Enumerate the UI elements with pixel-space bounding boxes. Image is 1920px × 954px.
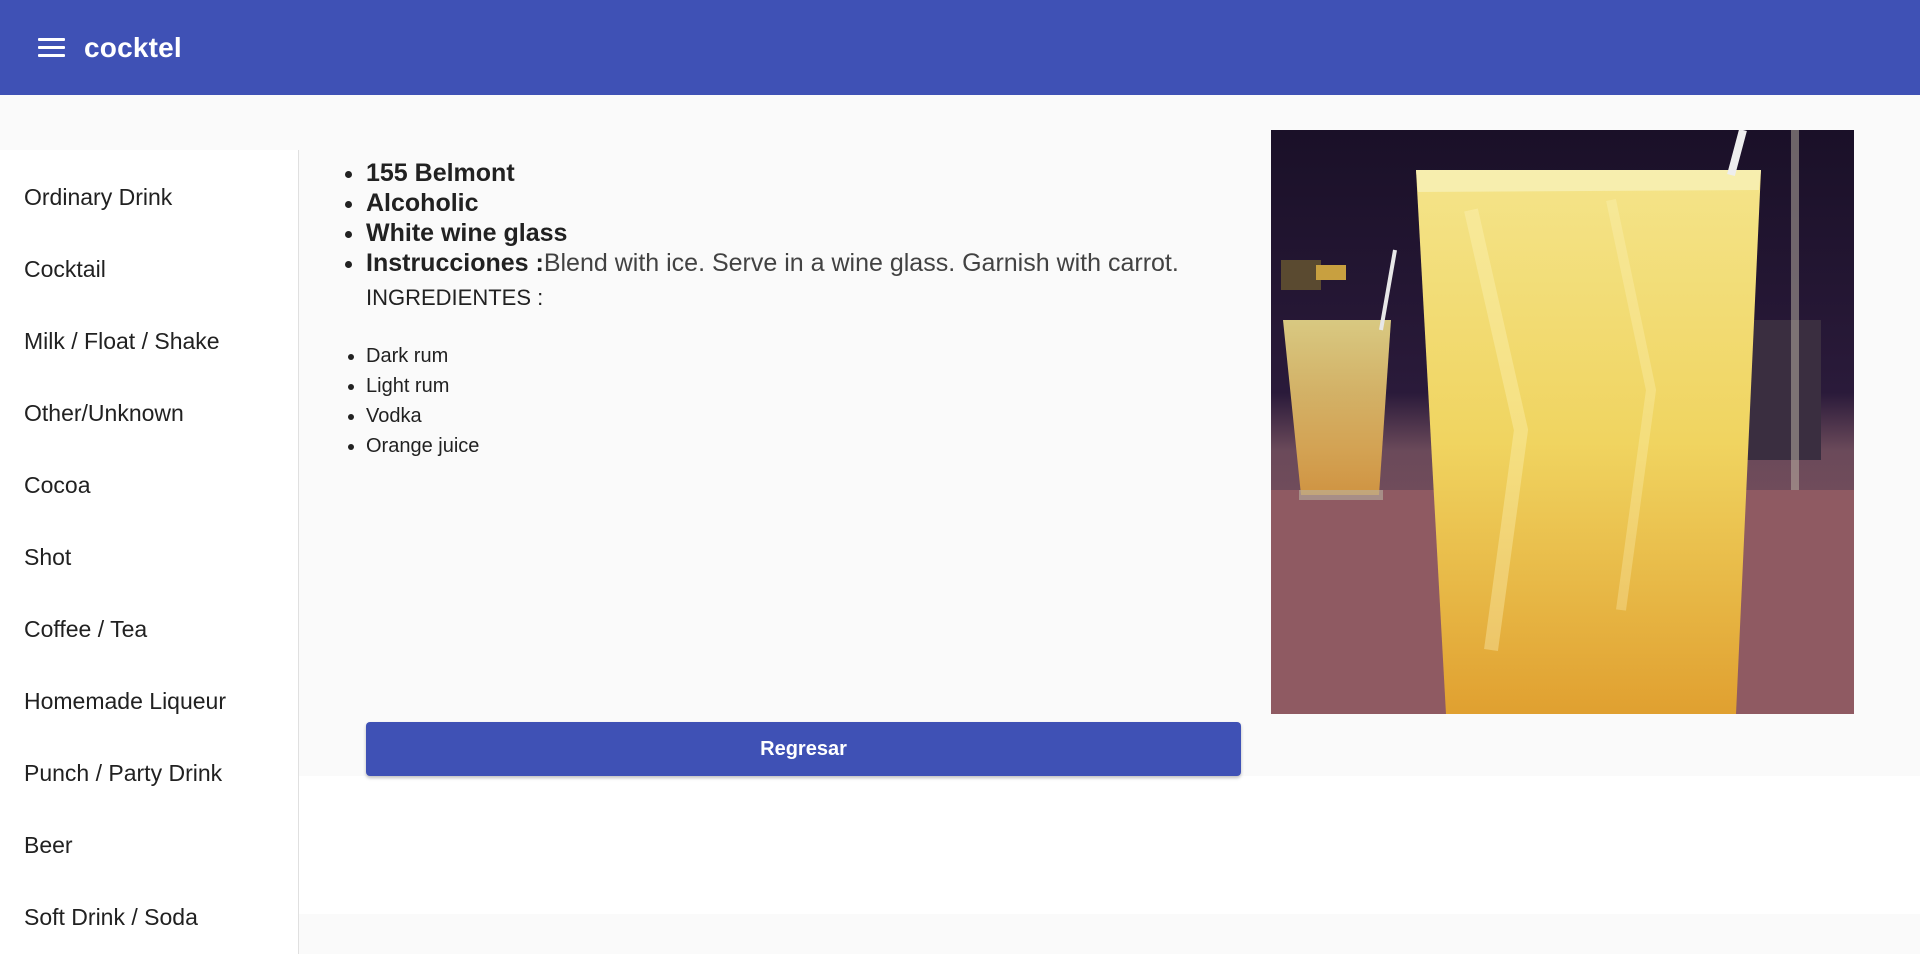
drink-instructions-item: Instrucciones :Blend with ice. Serve in … bbox=[366, 248, 1250, 278]
ingredients-list: Dark rum Light rum Vodka Orange juice bbox=[330, 341, 1250, 461]
ingredient-item: Dark rum bbox=[366, 341, 1250, 371]
drink-glass-item: White wine glass bbox=[366, 218, 1250, 248]
drink-info-list: 155 Belmont Alcoholic White wine glass I… bbox=[330, 158, 1250, 278]
sidebar-item-cocoa[interactable]: Cocoa bbox=[0, 449, 298, 521]
sidebar-item-beer[interactable]: Beer bbox=[0, 809, 298, 881]
drink-alcoholic-item: Alcoholic bbox=[366, 188, 1250, 218]
drink-image bbox=[1271, 130, 1854, 714]
app-title: cocktel bbox=[84, 31, 182, 63]
sidebar-item-soft-drink-soda[interactable]: Soft Drink / Soda bbox=[0, 881, 298, 953]
sidebar-item-other-unknown[interactable]: Other/Unknown bbox=[0, 377, 298, 449]
ingredients-title: INGREDIENTES : bbox=[366, 285, 544, 310]
back-button[interactable]: Regresar bbox=[366, 722, 1241, 776]
sidebar-item-punch-party-drink[interactable]: Punch / Party Drink bbox=[0, 737, 298, 809]
ingredient-item: Orange juice bbox=[366, 431, 1250, 461]
drink-name-item: 155 Belmont bbox=[366, 158, 1250, 188]
drink-name: 155 Belmont bbox=[366, 159, 515, 187]
sidebar-item-cocktail[interactable]: Cocktail bbox=[0, 233, 298, 305]
sidebar-item-homemade-liqueur[interactable]: Homemade Liqueur bbox=[0, 665, 298, 737]
menu-icon[interactable] bbox=[38, 33, 68, 63]
sidebar-item-ordinary-drink[interactable]: Ordinary Drink bbox=[0, 161, 298, 233]
app-toolbar: cocktel bbox=[0, 0, 1920, 95]
sidebar-item-coffee-tea[interactable]: Coffee / Tea bbox=[0, 593, 298, 665]
sidebar-item-milk-float-shake[interactable]: Milk / Float / Shake bbox=[0, 305, 298, 377]
category-sidebar: Ordinary Drink Cocktail Milk / Float / S… bbox=[0, 150, 299, 954]
sidebar-item-shot[interactable]: Shot bbox=[0, 521, 298, 593]
drink-details: 155 Belmont Alcoholic White wine glass I… bbox=[330, 158, 1250, 461]
content-footer-area bbox=[299, 776, 1920, 914]
drink-alcoholic: Alcoholic bbox=[366, 189, 479, 217]
ingredient-item: Vodka bbox=[366, 401, 1250, 431]
ingredient-item: Light rum bbox=[366, 371, 1250, 401]
instructions-text: Blend with ice. Serve in a wine glass. G… bbox=[543, 249, 1179, 277]
drink-glass: White wine glass bbox=[366, 219, 568, 247]
instructions-label: Instrucciones : bbox=[366, 249, 544, 277]
